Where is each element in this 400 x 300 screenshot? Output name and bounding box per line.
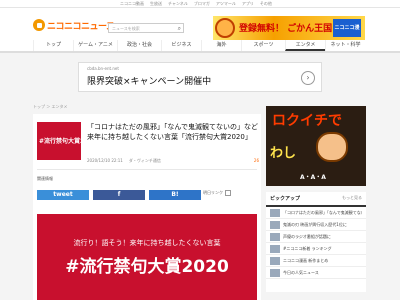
list-item-text: 声優のラジオ番組が話題に — [283, 233, 331, 239]
read-later-toggle[interactable]: 明日リンク — [203, 190, 231, 196]
nav-item-entertainment[interactable]: エンタメ — [285, 40, 325, 51]
article-thumbnail[interactable]: #流行禁句大賞2020 — [37, 122, 81, 160]
comment-count[interactable]: 26 — [254, 158, 259, 164]
thumbnail-icon — [270, 208, 280, 217]
article-source[interactable]: ダ・ヴィンチ通信 — [129, 158, 161, 164]
read-later-label: 明日リンク — [203, 190, 223, 195]
divider — [37, 169, 257, 170]
sidebar-ad[interactable]: ロクイチで わし A・A・A — [266, 106, 366, 186]
service-links: ニコニコ動画 生放送 チャンネル ブロマガ アツマール アプリ その他 — [120, 0, 272, 8]
share-buttons: tweet f B! — [37, 190, 201, 200]
sidebar-ad-line1: ロクイチで — [272, 113, 342, 129]
nav-item-business[interactable]: ビジネス — [161, 40, 201, 51]
list-item[interactable]: 声優のラジオ番組が話題に — [266, 231, 366, 243]
list-item-text: 鬼滅の刃 映画が興行収入歴代1位に — [283, 221, 347, 227]
service-link[interactable]: 生放送 — [150, 0, 162, 8]
thumbnail-text: #流行禁句大賞2020 — [39, 138, 81, 145]
pickup-header: ピックアップ もっと見る — [266, 192, 366, 207]
hero-title: #流行禁句大賞2020 — [65, 257, 229, 277]
service-link[interactable]: ニコニコ動画 — [120, 0, 144, 8]
thumbnail-icon — [270, 256, 280, 265]
service-link[interactable]: その他 — [260, 0, 272, 8]
pickup-list: ピックアップ もっと見る 「コロナはただの風邪」「なんで鬼滅観てないの」 鬼滅の… — [266, 192, 366, 292]
chevron-right-icon[interactable]: › — [301, 71, 315, 85]
checkbox-icon[interactable] — [225, 190, 231, 196]
service-link[interactable]: ブロマガ — [194, 0, 210, 8]
banner-character-icon — [215, 18, 235, 38]
pickup-title: ピックアップ — [270, 196, 301, 202]
site-logo[interactable]: ニコニコニュース — [33, 18, 115, 32]
sidebar-ad-line2: わし — [270, 146, 297, 161]
sidebar: ロクイチで わし A・A・A ピックアップ もっと見る 「コロナはただの風邪」「… — [266, 106, 366, 300]
hatena-share-button[interactable]: B! — [149, 190, 201, 200]
pickup-more-link[interactable]: もっと見る — [342, 195, 362, 202]
article-headline: 「コロナはただの風邪」「なんで鬼滅観てないの」など 来年に持ち越したくない言葉「… — [87, 123, 266, 141]
nav-item-game-anime[interactable]: ゲーム・アニメ — [73, 40, 117, 51]
service-link[interactable]: チャンネル — [168, 0, 188, 8]
logo-text: ニコニコニュース — [47, 21, 115, 32]
search-input[interactable]: ニュースを検索 ⌕ — [108, 23, 184, 33]
list-item-text: #ニコニコ新着 ランキング — [283, 245, 332, 251]
thumbnail-icon — [270, 232, 280, 241]
list-item[interactable]: ニコニコ漫画 新作まとめ — [266, 255, 366, 267]
logo-mark-icon — [33, 19, 45, 31]
twitter-share-button[interactable]: tweet — [37, 190, 89, 200]
facebook-share-button[interactable]: f — [93, 190, 145, 200]
top-strip: ニコニコ動画 生放送 チャンネル ブロマガ アツマール アプリ その他 — [0, 0, 400, 8]
thumbnail-icon — [270, 244, 280, 253]
article-meta: 2020/12/10 22:11 ダ・ヴィンチ通信 26 — [87, 158, 259, 164]
breadcrumb[interactable]: トップ ＞ エンタメ — [33, 104, 67, 110]
related-label: 関連情報 — [37, 176, 53, 181]
thumbnail-icon — [270, 268, 280, 277]
nav-item-sports[interactable]: スポーツ — [241, 40, 285, 51]
ad-url: cbda.bn-ent.net — [87, 66, 119, 71]
nav-item-world[interactable]: 海外 — [201, 40, 241, 51]
hero-subtitle: 流行り！語そう！来年に持ち越したくない言葉 — [73, 239, 221, 247]
nav-item-politics[interactable]: 政治・社会 — [117, 40, 161, 51]
category-nav: トップ ゲーム・アニメ 政治・社会 ビジネス 海外 スポーツ エンタメ ネット・… — [0, 40, 400, 53]
site-header: ニコニコニュース ニュースを検索 ⌕ 登録無料！ ごかん王国 ニコニコ漫画 — [0, 8, 400, 40]
sidebar-ad-line3: A・A・A — [300, 174, 326, 181]
list-item[interactable]: 「コロナはただの風邪」「なんで鬼滅観てないの」 — [266, 207, 366, 219]
list-item[interactable]: 今日の人気ニュース — [266, 267, 366, 279]
banner-text: 登録無料！ ごかん王国 — [239, 24, 333, 34]
list-item-text: 「コロナはただの風邪」「なんで鬼滅観てないの」 — [283, 209, 362, 215]
header-banner-ad[interactable]: 登録無料！ ごかん王国 ニコニコ漫画 — [213, 16, 365, 40]
service-link[interactable]: アツマール — [216, 0, 236, 8]
article-panel: #流行禁句大賞2020 「コロナはただの風邪」「なんで鬼滅観てないの」など 来年… — [33, 114, 266, 300]
search-placeholder: ニュースを検索 — [112, 26, 140, 31]
article-hero-image: 流行り！語そう！来年に持ち越したくない言葉 #流行禁句大賞2020 — [37, 214, 257, 300]
service-link[interactable]: アプリ — [242, 0, 254, 8]
list-item[interactable]: 鬼滅の刃 映画が興行収入歴代1位に — [266, 219, 366, 231]
character-face-icon — [316, 132, 348, 162]
ad-title: 限界突破×キャンペーン開催中 — [87, 77, 212, 87]
list-item-text: ニコニコ漫画 新作まとめ — [283, 257, 329, 263]
thumbnail-icon — [270, 220, 280, 229]
campaign-ad[interactable]: cbda.bn-ent.net 限界突破×キャンペーン開催中 › — [78, 62, 322, 92]
article-date: 2020/12/10 22:11 — [87, 158, 123, 163]
banner-badge: ニコニコ漫画 — [333, 19, 361, 37]
search-icon[interactable]: ⌕ — [178, 25, 181, 32]
nav-item-top[interactable]: トップ — [33, 40, 73, 51]
list-item-text: 今日の人気ニュース — [283, 269, 319, 275]
list-item[interactable]: #ニコニコ新着 ランキング — [266, 243, 366, 255]
nav-item-net-science[interactable]: ネット・科学 — [325, 40, 365, 51]
